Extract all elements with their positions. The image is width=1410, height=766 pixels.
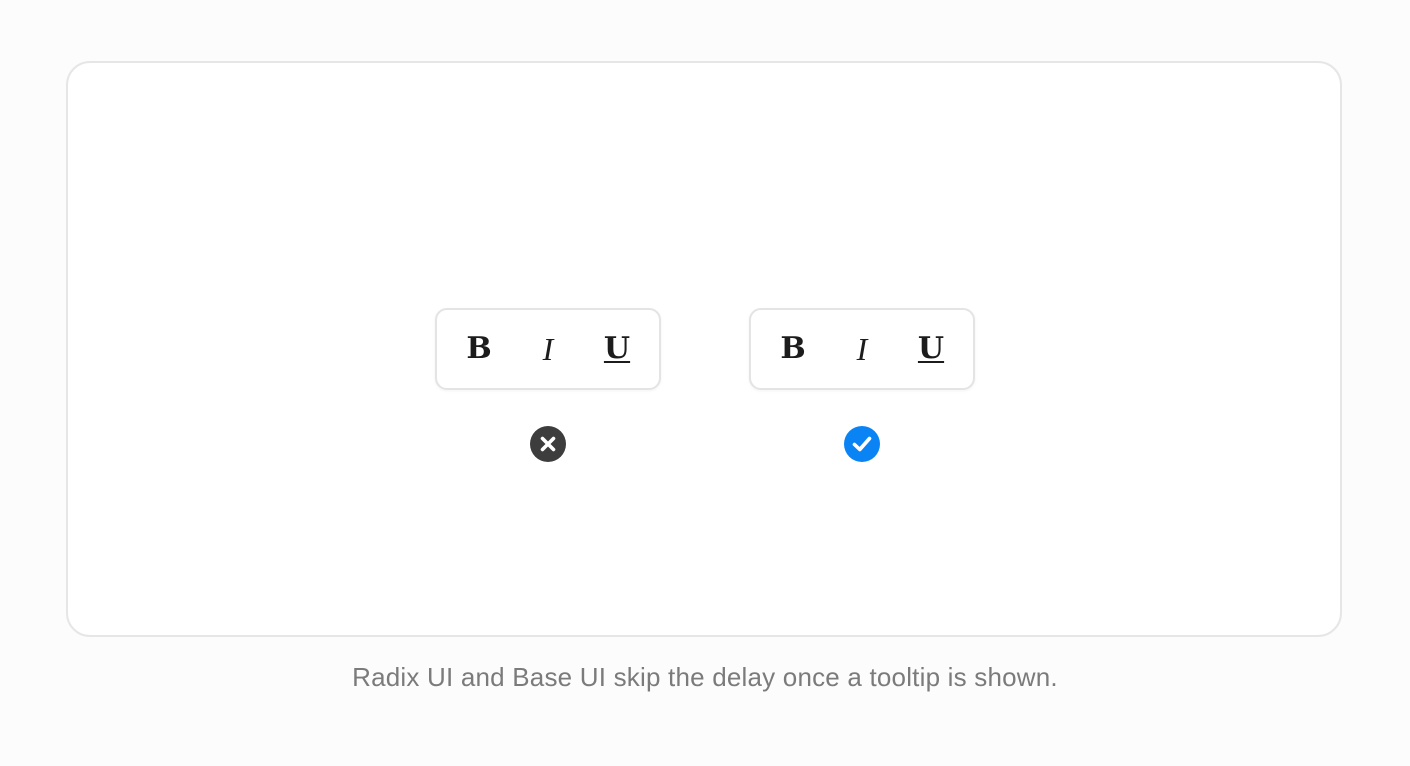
close-circle-icon <box>530 426 566 462</box>
bold-button[interactable]: B <box>775 329 811 369</box>
demo-card <box>66 61 1342 637</box>
bold-button[interactable]: B <box>461 329 497 369</box>
check-circle-icon <box>844 426 880 462</box>
italic-button[interactable]: I <box>530 329 566 369</box>
underline-button[interactable]: U <box>913 329 949 369</box>
underline-button[interactable]: U <box>599 329 635 369</box>
caption-text: Radix UI and Base UI skip the delay once… <box>352 662 1058 692</box>
formatting-toolbar-correct: B I U <box>749 308 975 390</box>
formatting-toolbar-incorrect: B I U <box>435 308 661 390</box>
italic-button[interactable]: I <box>844 329 880 369</box>
